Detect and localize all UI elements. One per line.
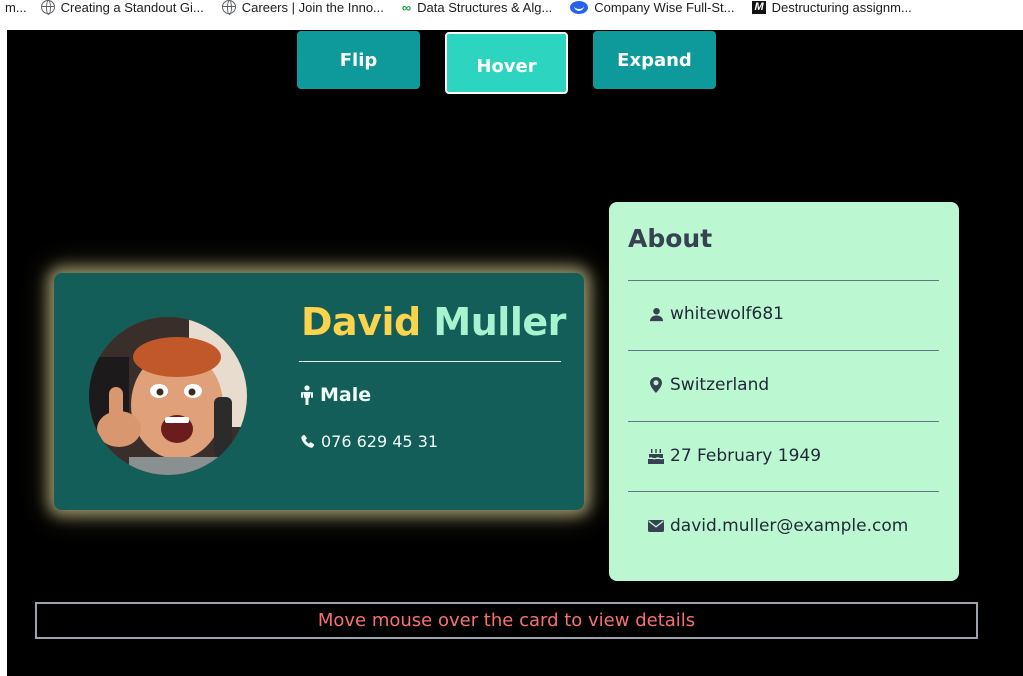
country-value: Switzerland: [670, 375, 770, 395]
about-divider: [628, 421, 939, 422]
avatar: [89, 317, 247, 475]
about-divider: [628, 280, 939, 281]
bookmark-1[interactable]: m...: [5, 0, 27, 15]
glasses-icon: ∞: [401, 0, 412, 15]
person-icon: [300, 385, 314, 405]
last-name: Muller: [433, 300, 566, 344]
about-username: whitewolf681: [648, 304, 784, 324]
bookmark-6[interactable]: M Destructuring assignm...: [752, 0, 912, 15]
about-email: david.muller@example.com: [648, 516, 908, 536]
profile-card[interactable]: David Muller Male 076 629 45 31: [54, 273, 584, 510]
m-logo-icon: M: [752, 0, 766, 14]
birthday-cake-icon: [648, 448, 664, 464]
birthday-value: 27 February 1949: [670, 446, 822, 466]
about-divider: [628, 491, 939, 492]
about-panel: About whitewolf681 Switzerland 27 Februa…: [609, 202, 959, 581]
about-title: About: [628, 224, 713, 253]
flip-button[interactable]: Flip: [297, 31, 420, 89]
gender-value: Male: [320, 384, 372, 406]
bookmark-label: Destructuring assignm...: [771, 0, 912, 15]
bookmark-label: Careers | Join the Inno...: [241, 0, 384, 15]
page-viewport: Flip Hover Expand David Muller Male 076 …: [7, 30, 1023, 676]
name-divider: [299, 361, 561, 362]
about-country: Switzerland: [648, 375, 769, 395]
bookmark-label: m...: [5, 0, 27, 15]
expand-button[interactable]: Expand: [593, 31, 716, 89]
first-name: David: [301, 300, 421, 344]
hover-button[interactable]: Hover: [445, 32, 568, 94]
phone-value: 076 629 45 31: [321, 432, 439, 451]
about-divider: [628, 350, 939, 351]
bookmark-label: Creating a Standout Gi...: [60, 0, 204, 15]
globe-icon: [40, 0, 55, 15]
user-icon: [648, 307, 664, 322]
email-value: david.muller@example.com: [670, 516, 909, 536]
avatar-photo: [89, 317, 247, 475]
bookmark-2[interactable]: Creating a Standout Gi...: [40, 0, 204, 15]
bookmark-4[interactable]: ∞ Data Structures & Alg...: [402, 0, 552, 15]
envelope-icon: [648, 520, 664, 532]
globe-icon: [221, 0, 236, 15]
phone-row: 076 629 45 31: [300, 432, 438, 451]
map-pin-icon: [648, 377, 664, 393]
profile-name: David Muller: [301, 300, 566, 344]
gender-row: Male: [300, 384, 371, 406]
bookmark-label: Data Structures & Alg...: [417, 0, 553, 15]
bookmarks-bar: m... Creating a Standout Gi... Careers |…: [0, 0, 1023, 30]
username-value: whitewolf681: [670, 304, 784, 324]
hover-hint: Move mouse over the card to view details: [35, 602, 978, 639]
phone-icon: [300, 434, 315, 449]
about-birthday: 27 February 1949: [648, 446, 821, 466]
chat-bubble-icon: [570, 0, 589, 14]
bookmark-5[interactable]: Company Wise Full-St...: [570, 0, 734, 15]
bookmark-3[interactable]: Careers | Join the Inno...: [221, 0, 384, 15]
bookmark-label: Company Wise Full-St...: [594, 0, 735, 15]
